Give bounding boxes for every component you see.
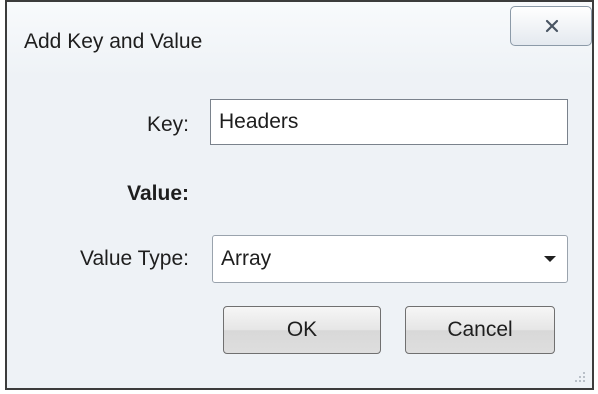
chevron-down-icon <box>544 256 556 262</box>
close-button[interactable] <box>510 6 592 46</box>
close-x-icon <box>545 19 559 33</box>
value-type-selected: Array <box>221 247 272 270</box>
ok-button[interactable]: OK <box>223 306 381 354</box>
key-label: Key: <box>146 113 189 136</box>
value-label: Value: <box>127 182 189 205</box>
title-bar: Add Key and Value <box>7 2 592 78</box>
key-input[interactable] <box>210 99 568 145</box>
add-key-value-dialog: Add Key and Value Key: Value: Value Type… <box>5 0 594 390</box>
resize-grip-icon[interactable] <box>572 369 586 383</box>
dialog-title: Add Key and Value <box>24 30 203 53</box>
value-type-label: Value Type: <box>80 247 189 270</box>
dropdown-arrow-button[interactable] <box>539 242 561 276</box>
value-type-select[interactable]: Array <box>212 235 568 283</box>
cancel-button[interactable]: Cancel <box>405 306 555 354</box>
